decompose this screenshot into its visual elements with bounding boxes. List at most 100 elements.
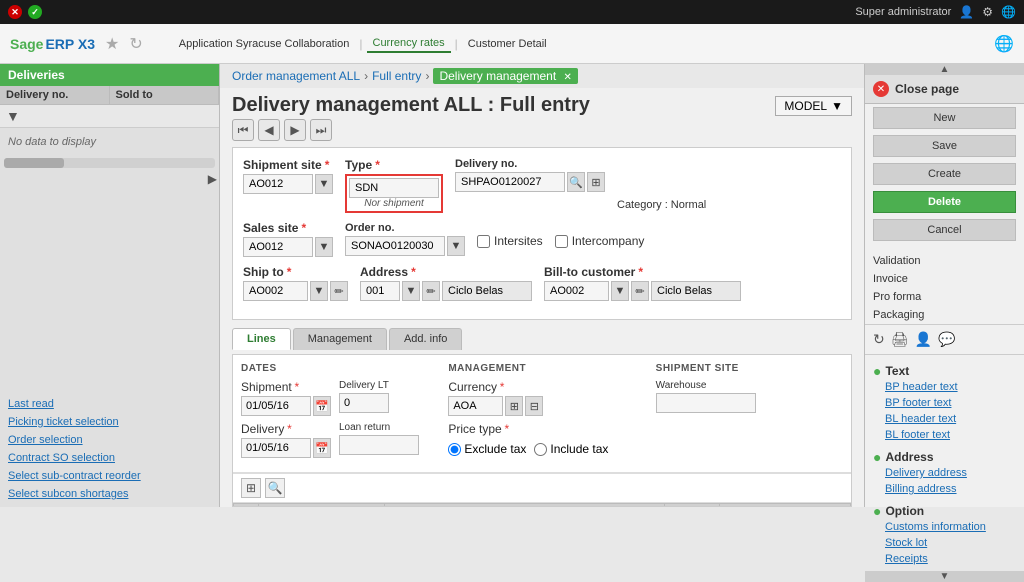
order-no-picker-icon[interactable]: ▼ — [447, 236, 465, 256]
tab-add-info[interactable]: Add. info — [389, 328, 462, 350]
nav-item-customer-detail[interactable]: Customer Detail — [462, 36, 553, 52]
close-page-icon[interactable]: ✕ — [873, 81, 889, 97]
no-data-label: No data to display — [0, 128, 219, 156]
delivery-date-calendar-icon[interactable]: 📅 — [313, 438, 331, 458]
nav-item-currency-rates[interactable]: Currency rates — [367, 35, 451, 53]
top-globe-icon[interactable]: 🌐 — [1001, 5, 1016, 19]
currency-icon1[interactable]: ⊞ — [505, 396, 523, 416]
bill-to-picker-icon[interactable]: ▼ — [611, 281, 629, 301]
sidebar-link-picking-ticket[interactable]: Picking ticket selection — [0, 413, 219, 431]
ship-to-picker-icon[interactable]: ▼ — [310, 281, 328, 301]
sidebar-link-last-read[interactable]: Last read — [0, 395, 219, 413]
bp-footer-text-link[interactable]: BP footer text — [873, 395, 1016, 411]
intercompany-checkbox[interactable] — [555, 235, 568, 248]
delivery-lt-input[interactable] — [339, 393, 389, 413]
sidebar-link-order-selection[interactable]: Order selection — [0, 431, 219, 449]
order-no-input[interactable] — [345, 236, 445, 256]
delivery-date-label: Delivery * — [241, 422, 331, 436]
breadcrumb-close-icon[interactable]: ✕ — [564, 72, 572, 83]
tab-management[interactable]: Management — [293, 328, 387, 350]
validation-link[interactable]: Validation — [865, 252, 1024, 270]
top-settings-icon[interactable]: ⚙ — [982, 5, 993, 19]
address-edit-icon[interactable]: ✏ — [422, 281, 440, 301]
intersites-field[interactable]: Intersites — [477, 234, 543, 248]
exclude-tax-radio[interactable] — [448, 443, 461, 456]
table-tool-search-icon[interactable]: 🔍 — [265, 478, 285, 498]
tab-lines[interactable]: Lines — [232, 328, 291, 350]
sales-site-picker-icon[interactable]: ▼ — [315, 237, 333, 257]
address-input[interactable] — [360, 281, 400, 301]
table-tool-grid-icon[interactable]: ⊞ — [241, 478, 261, 498]
sidebar-link-subcontract-reorder[interactable]: Select sub-contract reorder — [0, 467, 219, 485]
header-globe-icon[interactable]: 🌐 — [994, 34, 1014, 54]
pro-forma-link[interactable]: Pro forma — [865, 288, 1024, 306]
stock-lot-link[interactable]: Stock lot — [873, 535, 1016, 551]
ship-to-edit-icon[interactable]: ✏ — [330, 281, 348, 301]
shipment-date-input[interactable] — [241, 396, 311, 416]
option-section-title: Option — [885, 504, 924, 518]
refresh-icon[interactable]: ↻ — [129, 34, 142, 54]
nav-last-button[interactable]: ⏭ — [310, 119, 332, 141]
nav-item-application[interactable]: Application Syracuse Collaboration — [173, 36, 356, 52]
intersites-checkbox[interactable] — [477, 235, 490, 248]
new-button[interactable]: New — [873, 107, 1016, 129]
delivery-no-input[interactable] — [455, 172, 565, 192]
warehouse-input[interactable] — [656, 393, 756, 413]
filter-icon[interactable]: ▼ — [6, 108, 20, 124]
breadcrumb-full-entry[interactable]: Full entry — [372, 69, 421, 83]
currency-icon2[interactable]: ⊟ — [525, 396, 543, 416]
shipment-site-input[interactable] — [243, 174, 313, 194]
create-button[interactable]: Create — [873, 163, 1016, 185]
delivery-no-grid-icon[interactable]: ⊞ — [587, 172, 605, 192]
right-panel-scroll-down-icon[interactable]: ▼ — [940, 571, 950, 582]
close-window-icon[interactable]: ✕ — [8, 5, 22, 19]
right-print-icon[interactable]: 🖨 — [891, 331, 909, 348]
sales-site-input[interactable] — [243, 237, 313, 257]
packaging-link[interactable]: Packaging — [865, 306, 1024, 324]
nav-first-button[interactable]: ⏮ — [232, 119, 254, 141]
nav-prev-button[interactable]: ◀ — [258, 119, 280, 141]
delivery-no-search-icon[interactable]: 🔍 — [567, 172, 585, 192]
favorite-icon[interactable]: ★ — [105, 34, 119, 54]
ship-to-input[interactable] — [243, 281, 308, 301]
right-panel-scroll-up-icon[interactable]: ▲ — [940, 64, 950, 75]
col-delivered-qty: Delivered qty — [720, 504, 851, 508]
minimize-window-icon[interactable]: ✓ — [28, 5, 42, 19]
bp-header-text-link[interactable]: BP header text — [873, 379, 1016, 395]
invoice-link[interactable]: Invoice — [865, 270, 1024, 288]
include-tax-radio[interactable] — [534, 443, 547, 456]
bl-footer-text-link[interactable]: BL footer text — [873, 427, 1016, 443]
breadcrumb-delivery-mgmt[interactable]: Delivery management ✕ — [433, 68, 577, 84]
intercompany-field[interactable]: Intercompany — [555, 234, 645, 248]
col-description: Description — [385, 504, 664, 508]
model-button[interactable]: MODEL ▼ — [775, 96, 852, 116]
shipment-date-calendar-icon[interactable]: 📅 — [313, 396, 331, 416]
type-input[interactable] — [349, 178, 439, 198]
billing-address-link[interactable]: Billing address — [873, 481, 1016, 497]
bill-to-input[interactable] — [544, 281, 609, 301]
right-chat-icon[interactable]: 💬 — [938, 331, 955, 348]
delivery-date-input[interactable] — [241, 438, 311, 458]
breadcrumb-order-mgmt[interactable]: Order management ALL — [232, 69, 360, 83]
loan-return-input[interactable] — [339, 435, 419, 455]
address-picker-icon[interactable]: ▼ — [402, 281, 420, 301]
sidebar-scroll-right[interactable]: ▶ — [0, 170, 219, 188]
save-button[interactable]: Save — [873, 135, 1016, 157]
delete-button[interactable]: Delete — [873, 191, 1016, 213]
sidebar-link-subcon-shortages[interactable]: Select subcon shortages — [0, 485, 219, 503]
right-user-icon[interactable]: 👤 — [915, 331, 932, 348]
sidebar-link-contract-so[interactable]: Contract SO selection — [0, 449, 219, 467]
customs-info-link[interactable]: Customs information — [873, 519, 1016, 535]
receipts-link[interactable]: Receipts — [873, 551, 1016, 567]
cancel-button[interactable]: Cancel — [873, 219, 1016, 241]
nav-next-button[interactable]: ▶ — [284, 119, 306, 141]
bill-to-edit-icon[interactable]: ✏ — [631, 281, 649, 301]
shipment-site-picker-icon[interactable]: ▼ — [315, 174, 333, 194]
delivery-address-link[interactable]: Delivery address — [873, 465, 1016, 481]
bl-header-text-link[interactable]: BL header text — [873, 411, 1016, 427]
col-product: Product — [259, 504, 385, 508]
bill-to-name-input — [651, 281, 741, 301]
shipment-site-section-title: SHIPMENT SITE — [656, 363, 843, 374]
right-refresh-icon[interactable]: ↻ — [873, 331, 885, 348]
currency-input[interactable] — [448, 396, 503, 416]
